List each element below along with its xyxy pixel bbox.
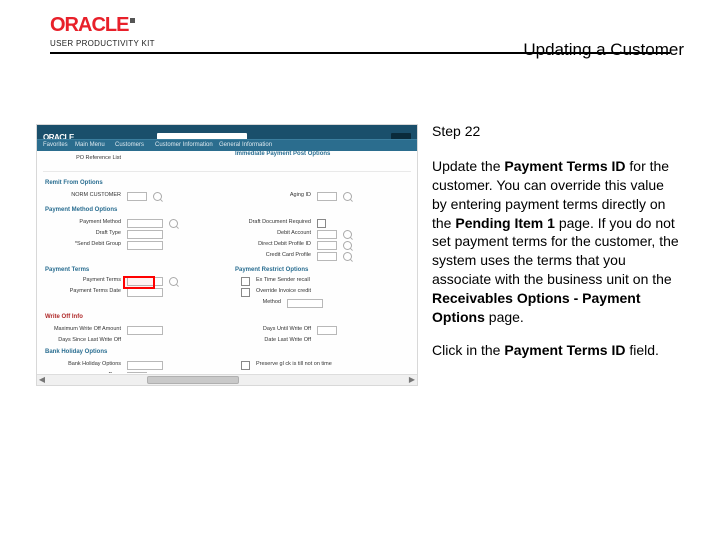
section-header: Payment Restrict Options xyxy=(235,267,409,273)
page: ORACLE USER PRODUCTIVITY KIT Updating a … xyxy=(0,0,720,540)
field-label: Aging ID xyxy=(241,192,311,201)
lookup-icon[interactable] xyxy=(343,192,352,201)
bank-holiday-field[interactable] xyxy=(127,361,163,370)
days-field[interactable] xyxy=(127,372,147,373)
field-label: NORM CUSTOMER xyxy=(51,192,121,201)
input-field[interactable] xyxy=(127,192,147,201)
section-header: Payment Terms xyxy=(45,267,219,273)
scroll-left-icon[interactable]: ◀ xyxy=(37,375,47,385)
divider xyxy=(43,171,411,172)
oracle-logo: ORACLE USER PRODUCTIVITY KIT xyxy=(50,16,155,48)
lookup-icon[interactable] xyxy=(153,192,162,201)
aging-id-field[interactable] xyxy=(317,192,337,201)
field-label: *Send Debit Group xyxy=(51,241,121,250)
payment-method-field[interactable] xyxy=(127,219,163,228)
logo-product-text: USER PRODUCTIVITY KIT xyxy=(50,39,155,48)
field-label: Ex Time Sender recall xyxy=(256,277,310,286)
menu-item[interactable]: Customers xyxy=(115,142,144,148)
field-label: Bank Holiday Options xyxy=(51,361,121,370)
instruction-paragraph-1: Update the Payment Terms ID for the cust… xyxy=(432,157,682,327)
logo-dot-icon xyxy=(130,18,135,23)
field-label: Draft Document Required xyxy=(241,219,311,228)
section-header: Payment Method Options xyxy=(45,207,409,213)
menu-item[interactable]: General Information xyxy=(219,142,272,148)
lookup-icon[interactable] xyxy=(169,219,178,228)
text-bold: Payment Terms ID xyxy=(504,158,625,174)
field-label: Override Invoice credit xyxy=(256,288,311,297)
field-label: Debit Account xyxy=(241,230,311,239)
scrollbar-thumb[interactable] xyxy=(147,376,239,384)
step-label: Step 22 xyxy=(432,122,682,141)
text-bold: Receivables Options - Payment Options xyxy=(432,290,641,325)
checkbox[interactable] xyxy=(241,277,250,286)
instruction-panel: Step 22 Update the Payment Terms ID for … xyxy=(432,122,682,374)
field-label: PO Reference List xyxy=(51,155,121,161)
method-field[interactable] xyxy=(287,299,323,308)
text: page. xyxy=(485,309,524,325)
section-header: Remit From Options xyxy=(45,180,409,186)
field-label: Direct Debit Profile ID xyxy=(241,241,311,250)
draft-doc-checkbox[interactable] xyxy=(317,219,326,228)
app-screenshot: ORACLE Favorites Main Menu Customers Cus… xyxy=(36,124,418,386)
app-topbar: ORACLE xyxy=(37,125,417,139)
dd-profile-field[interactable] xyxy=(317,241,337,250)
cc-profile-field[interactable] xyxy=(317,252,337,261)
field-label: Days Since Last Write Off xyxy=(51,337,121,343)
scroll-right-icon[interactable]: ▶ xyxy=(407,375,417,385)
lookup-icon[interactable] xyxy=(343,230,352,239)
highlight-box xyxy=(123,276,155,289)
field-label: Preserve gl ck is till not on time xyxy=(256,361,332,370)
field-label: Payment Method xyxy=(51,219,121,228)
field-label: Date Last Write Off xyxy=(241,337,311,343)
field-label: Payment Terms Date xyxy=(51,288,121,297)
horizontal-scrollbar[interactable]: ◀ ▶ xyxy=(37,374,417,385)
text: Click in the xyxy=(432,342,504,358)
lookup-icon[interactable] xyxy=(169,277,178,286)
menu-item[interactable]: Main Menu xyxy=(75,142,105,148)
days-until-writeoff-field[interactable] xyxy=(317,326,337,335)
checkbox[interactable] xyxy=(241,361,250,370)
field-label: Maximum Write Off Amount xyxy=(51,326,121,335)
field-label: Draft Type xyxy=(51,230,121,239)
instruction-paragraph-2: Click in the Payment Terms ID field. xyxy=(432,341,682,360)
section-header: Immediate Payment Post Options xyxy=(235,151,409,157)
menu-item[interactable]: Favorites xyxy=(43,142,68,148)
checkbox[interactable] xyxy=(241,288,250,297)
field-label: Method xyxy=(241,299,281,308)
section-header: Bank Holiday Options xyxy=(45,349,409,355)
field-label: Days Until Write Off xyxy=(241,326,311,335)
debit-group-field[interactable] xyxy=(127,241,163,250)
lookup-icon[interactable] xyxy=(343,252,352,261)
text-bold: Pending Item 1 xyxy=(455,215,555,231)
field-label: Credit Card Profile xyxy=(241,252,311,261)
page-title: Updating a Customer xyxy=(523,40,684,60)
text: Update the xyxy=(432,158,504,174)
section-header: Write Off Info xyxy=(45,314,409,320)
app-body: PO Reference List Immediate Payment Post… xyxy=(37,151,417,373)
text-bold: Payment Terms ID xyxy=(504,342,625,358)
text: field. xyxy=(625,342,658,358)
payment-terms-date-field[interactable] xyxy=(127,288,163,297)
debit-account-field[interactable] xyxy=(317,230,337,239)
max-writeoff-field[interactable] xyxy=(127,326,163,335)
menu-item[interactable]: Customer Information xyxy=(155,142,213,148)
draft-type-field[interactable] xyxy=(127,230,163,239)
field-label: Payment Terms xyxy=(51,277,121,286)
header: ORACLE USER PRODUCTIVITY KIT Updating a … xyxy=(0,16,720,68)
lookup-icon[interactable] xyxy=(343,241,352,250)
field-label: Days xyxy=(51,372,121,373)
logo-brand-text: ORACLE xyxy=(50,14,128,36)
